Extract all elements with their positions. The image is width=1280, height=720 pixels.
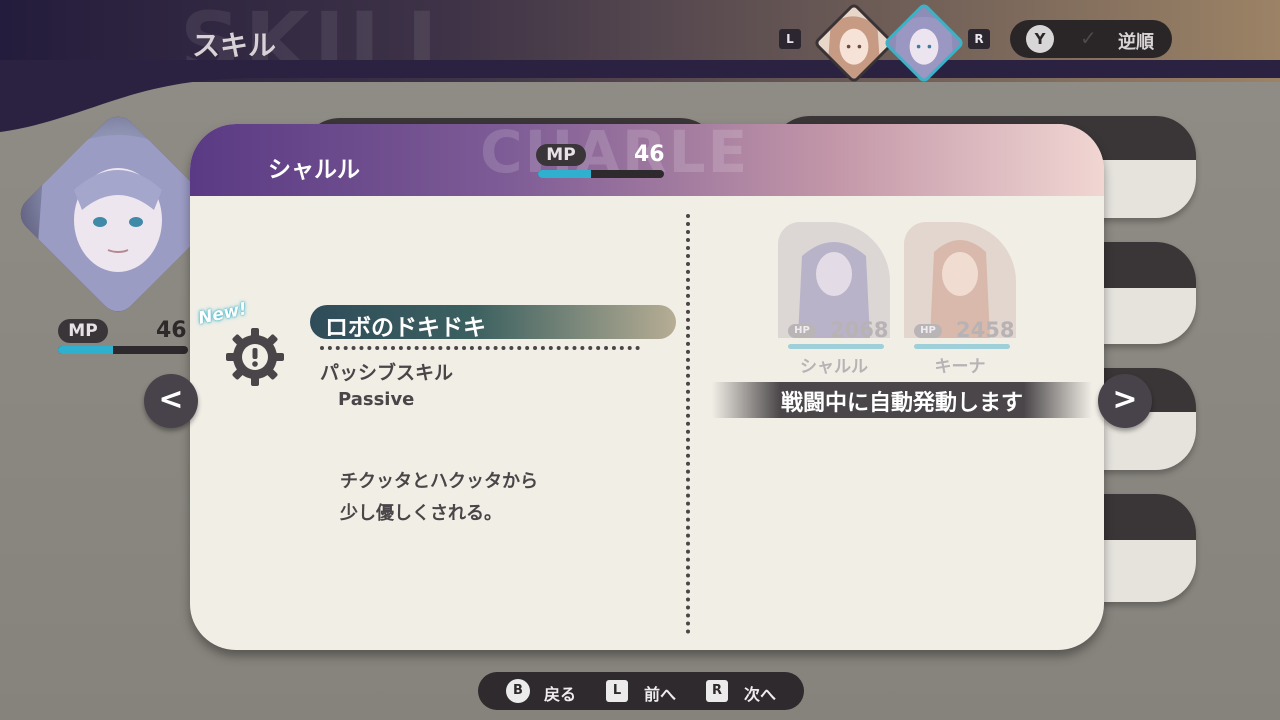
sidebar-mp-tag: MP bbox=[58, 319, 108, 343]
skill-description: チクッタとハクッタから 少し優しくされる。 bbox=[340, 466, 538, 530]
passive-gear-icon bbox=[226, 328, 284, 386]
skill-name: ロボのドキドキ bbox=[325, 315, 486, 341]
panel-mp-fill bbox=[538, 170, 591, 178]
description-line: 少し優しくされる。 bbox=[340, 503, 502, 524]
hp-bar bbox=[914, 344, 1010, 349]
skill-type: パッシブスキル bbox=[320, 362, 454, 384]
hp-tag: HP bbox=[914, 324, 942, 338]
b-button-icon: B bbox=[506, 679, 530, 703]
activation-text: 戦闘中に自動発動します bbox=[780, 391, 1023, 416]
member-name: キーナ bbox=[934, 357, 986, 377]
sidebar-mp-value: 46 bbox=[156, 318, 187, 343]
back-label[interactable]: 戻る bbox=[544, 681, 576, 705]
hp-value: 2458 bbox=[956, 318, 1015, 342]
hp-tag: HP bbox=[788, 324, 816, 338]
target-member-charlotte: HP 2068 シャルル bbox=[778, 222, 890, 377]
sidebar-mp-bar bbox=[58, 346, 188, 354]
previous-arrow-button[interactable]: < bbox=[144, 374, 198, 428]
reverse-order-label: 逆順 bbox=[1118, 32, 1154, 53]
skill-type-en: Passive bbox=[338, 389, 415, 410]
chevron-right-icon: > bbox=[1112, 382, 1138, 417]
target-member-kina: HP 2458 キーナ bbox=[904, 222, 1016, 377]
hp-value: 2068 bbox=[830, 318, 889, 342]
description-line: チクッタとハクッタから bbox=[340, 471, 538, 492]
l-shoulder-button[interactable]: L bbox=[779, 29, 801, 49]
check-icon: ✓ bbox=[1080, 26, 1097, 50]
panel-divider bbox=[686, 214, 690, 634]
character-name: シャルル bbox=[268, 157, 360, 183]
next-arrow-button[interactable]: > bbox=[1098, 374, 1152, 428]
panel-mp-tag: MP bbox=[536, 144, 586, 166]
next-label[interactable]: 次へ bbox=[744, 681, 776, 705]
l-button-icon: L bbox=[606, 680, 628, 702]
chevron-left-icon: < bbox=[158, 382, 184, 417]
screen-title: スキル bbox=[192, 29, 277, 62]
prev-label[interactable]: 前へ bbox=[644, 681, 676, 705]
skill-rule bbox=[320, 346, 640, 350]
r-shoulder-button[interactable]: R bbox=[968, 29, 990, 49]
y-button-icon: Y bbox=[1026, 25, 1054, 53]
hp-bar bbox=[788, 344, 884, 349]
member-name: シャルル bbox=[800, 357, 868, 377]
r-button-icon: R bbox=[706, 680, 728, 702]
panel-mp-value: 46 bbox=[634, 142, 665, 167]
sidebar-mp-fill bbox=[58, 346, 113, 354]
panel-mp-bar bbox=[538, 170, 664, 178]
